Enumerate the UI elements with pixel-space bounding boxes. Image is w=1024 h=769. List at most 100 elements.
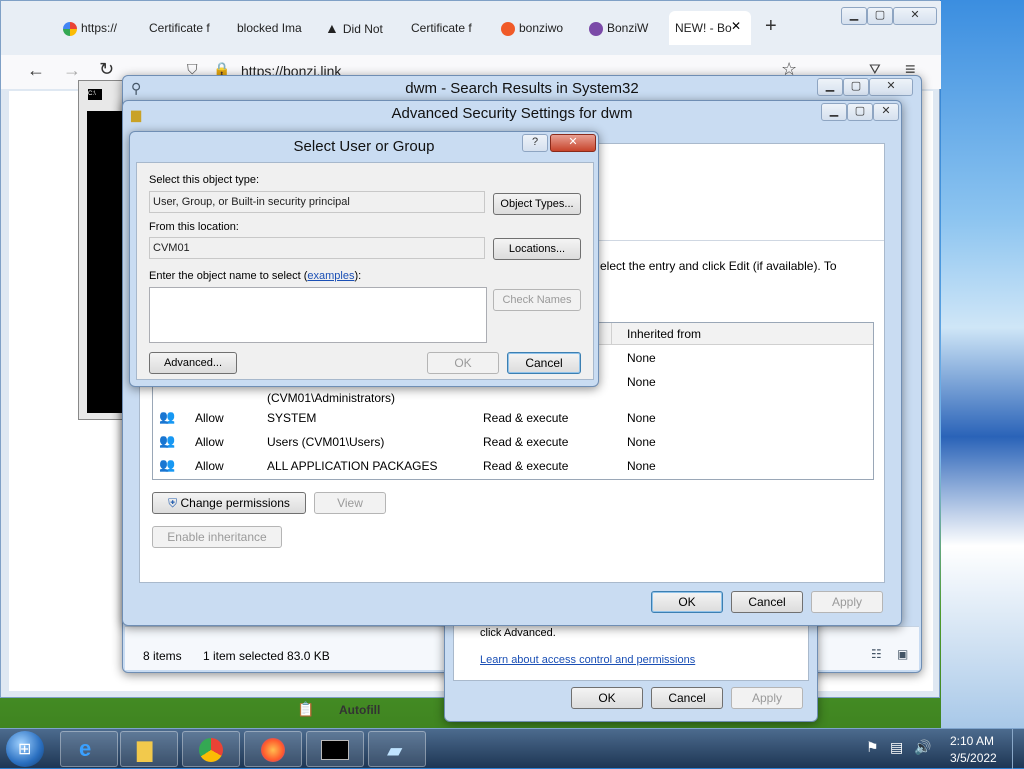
clipboard-icon: 📋: [297, 701, 315, 717]
object-types-button[interactable]: Object Types...: [493, 193, 581, 215]
security-minimize-button[interactable]: ▁: [821, 103, 847, 121]
row-3-principal: SYSTEM: [267, 411, 317, 425]
desktop-wallpaper: [941, 0, 1024, 728]
enable-inheritance-button[interactable]: Enable inheritance: [152, 526, 282, 548]
row-5-principal: ALL APPLICATION PACKAGES: [267, 459, 438, 473]
change-permissions-button[interactable]: ⛨ Change permissions: [152, 492, 306, 514]
taskbar-firefox[interactable]: [244, 731, 302, 767]
back-button[interactable]: ←: [27, 60, 45, 81]
status-selected: 1 item selected 83.0 KB: [203, 649, 330, 663]
taskbar-chrome[interactable]: [182, 731, 240, 767]
security-maximize-button[interactable]: ▢: [847, 103, 873, 121]
taskbar-notepad[interactable]: ▰: [368, 731, 426, 767]
row-3-type: Allow: [195, 411, 224, 425]
tab-did-not[interactable]: ▲ Did Not: [319, 11, 391, 45]
properties-cancel-button[interactable]: Cancel: [651, 687, 723, 709]
network-icon[interactable]: ▤: [890, 739, 903, 756]
users-group-icon: 👥: [159, 409, 176, 424]
tab-google[interactable]: https://: [57, 11, 131, 45]
close-tab-icon[interactable]: ✕: [731, 19, 741, 33]
object-name-input[interactable]: [149, 287, 487, 343]
windows-logo-icon: ⊞: [18, 741, 32, 758]
start-button[interactable]: ⊞: [6, 731, 44, 767]
notepad-icon: ▰: [387, 740, 403, 762]
new-tab-button[interactable]: +: [765, 15, 777, 38]
security-ok-button[interactable]: OK: [651, 591, 723, 613]
security-cancel-button[interactable]: Cancel: [731, 591, 803, 613]
forward-button[interactable]: →: [63, 60, 81, 81]
cmd-icon: [321, 740, 349, 760]
tab-certificate-2[interactable]: Certificate f: [405, 11, 481, 45]
reload-button[interactable]: ↻: [99, 59, 114, 80]
autofill-label[interactable]: Autofill: [339, 703, 380, 717]
explorer-maximize-button[interactable]: ▢: [843, 78, 869, 96]
properties-ok-button[interactable]: OK: [571, 687, 643, 709]
action-center-flag-icon[interactable]: ⚑: [866, 739, 879, 756]
location-field: CVM01: [149, 237, 485, 259]
table-row[interactable]: 👥 Allow Users (CVM01\Users) Read & execu…: [153, 429, 873, 453]
taskbar-cmd[interactable]: [306, 731, 364, 767]
tab-bar: https:// Certificate f blocked Ima ▲ Did …: [1, 1, 941, 55]
chrome-icon: [199, 738, 223, 762]
object-type-label: Select this object type:: [149, 174, 260, 186]
security-apply-button[interactable]: Apply: [811, 591, 883, 613]
row-5-type: Allow: [195, 459, 224, 473]
explorer-close-button[interactable]: ✕: [869, 78, 913, 96]
row-3-inherited: None: [627, 411, 656, 425]
details-view-icon[interactable]: ☷: [871, 647, 882, 661]
explorer-minimize-button[interactable]: ▁: [817, 78, 843, 96]
help-button[interactable]: ?: [522, 134, 548, 152]
tab-bonziw[interactable]: BonziW: [583, 11, 657, 45]
brave-icon: [501, 21, 515, 36]
dialog-cancel-button[interactable]: Cancel: [507, 352, 581, 374]
dialog-close-button[interactable]: ✕: [550, 134, 596, 152]
minimize-button[interactable]: ▁: [841, 7, 867, 25]
row-2-inherited: None: [627, 375, 656, 389]
advanced-button[interactable]: Advanced...: [149, 352, 237, 374]
security-close-button[interactable]: ✕: [873, 103, 899, 121]
table-row[interactable]: 👥 Allow ALL APPLICATION PACKAGES Read & …: [153, 453, 873, 477]
dialog-ok-button[interactable]: OK: [427, 352, 499, 374]
taskbar-explorer[interactable]: ▇: [120, 731, 178, 767]
large-icons-view-icon[interactable]: ▣: [897, 647, 908, 661]
firefox-icon: [261, 738, 285, 762]
column-inherited-from[interactable]: Inherited from: [627, 327, 701, 341]
check-names-button[interactable]: Check Names: [493, 289, 581, 311]
clock-time[interactable]: 2:10 AM: [950, 734, 994, 748]
properties-apply-button[interactable]: Apply: [731, 687, 803, 709]
row-3-access: Read & execute: [483, 411, 569, 425]
tab-certificate-1[interactable]: Certificate f: [143, 11, 221, 45]
view-button[interactable]: View: [314, 492, 386, 514]
users-group-icon: 👥: [159, 433, 176, 448]
row-5-access: Read & execute: [483, 459, 569, 473]
row-2-principal: (CVM01\Administrators): [267, 391, 396, 405]
maximize-button[interactable]: ▢: [867, 7, 893, 25]
row-1-inherited: None: [627, 351, 656, 365]
row-5-inherited: None: [627, 459, 656, 473]
locations-button[interactable]: Locations...: [493, 238, 581, 260]
tab-bonziworld[interactable]: bonziwo: [495, 11, 573, 45]
table-row[interactable]: 👥 Allow SYSTEM Read & execute None: [153, 405, 873, 429]
row-4-inherited: None: [627, 435, 656, 449]
tab-blocked-image[interactable]: blocked Ima: [231, 11, 307, 45]
select-user-dialog: Select User or Group ? ✕ Select this obj…: [129, 131, 599, 387]
security-instruction: elect the entry and click Edit (if avail…: [600, 259, 837, 273]
security-title: Advanced Security Settings for dwm: [391, 105, 633, 122]
taskbar: ⊞ e ▇ ▰ ⚑ ▤ 🔊 2:10 AM 3/5/2022: [0, 728, 1024, 769]
explorer-title: dwm - Search Results in System32: [405, 80, 639, 97]
bonzi-icon: [589, 21, 603, 36]
taskbar-ie[interactable]: e: [60, 731, 118, 767]
examples-link[interactable]: examples: [307, 270, 354, 282]
internet-explorer-icon: e: [79, 736, 92, 761]
dialog-body: Select this object type: User, Group, or…: [136, 162, 594, 380]
show-desktop-button[interactable]: [1012, 729, 1024, 769]
google-icon: [63, 21, 77, 36]
status-item-count: 8 items: [143, 649, 182, 663]
volume-icon[interactable]: 🔊: [914, 739, 931, 756]
learn-access-control-link[interactable]: Learn about access control and permissio…: [480, 654, 695, 666]
advanced-hint: click Advanced.: [480, 627, 556, 639]
clock-date[interactable]: 3/5/2022: [950, 751, 997, 765]
app-packages-icon: 👥: [159, 457, 176, 472]
close-button[interactable]: ✕: [893, 7, 937, 25]
uac-shield-icon: ⛨: [168, 496, 178, 510]
